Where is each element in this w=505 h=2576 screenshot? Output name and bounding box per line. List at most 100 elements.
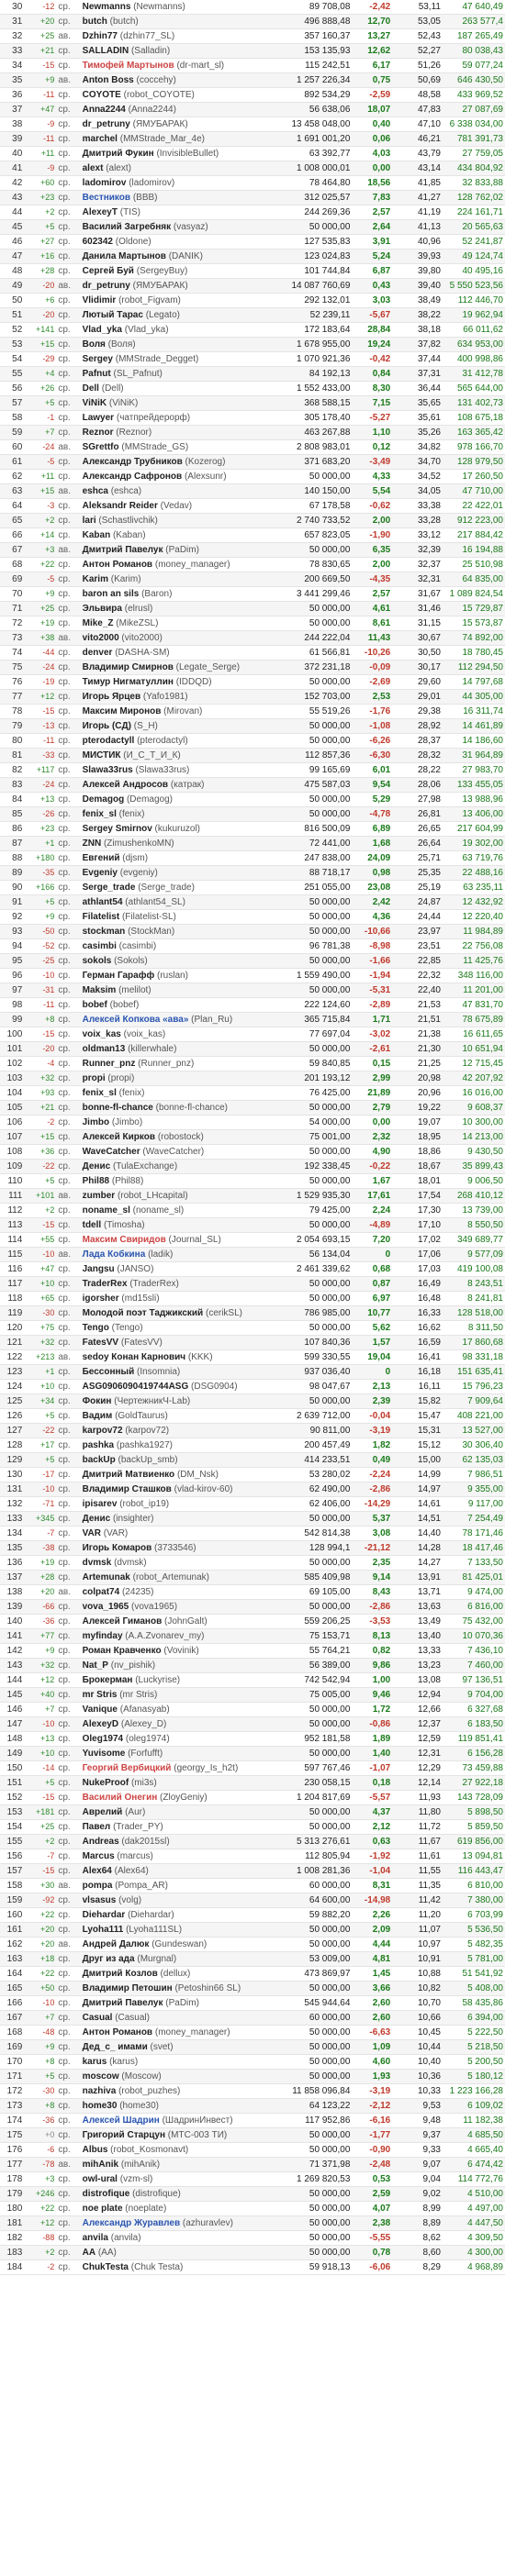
participant-link[interactable]: VAR	[83, 1528, 101, 1538]
participant-link[interactable]: Владимир Смирнов	[83, 662, 174, 672]
participant-link[interactable]: anvila	[83, 2233, 108, 2243]
participant-link[interactable]: Аврелий	[83, 1807, 123, 1817]
participant-link[interactable]: Алексей Кирков	[83, 1132, 155, 1142]
participant-link[interactable]: Aleksandr Reider	[83, 501, 158, 511]
participant-link[interactable]: moscow	[83, 2071, 119, 2082]
participant-link[interactable]: Алексей Копкова «ава»	[83, 1015, 189, 1025]
participant-link[interactable]: Jangsu	[83, 1264, 115, 1274]
participant-link[interactable]: sokols	[83, 956, 112, 966]
participant-link[interactable]: Александр Сафронов	[83, 472, 183, 482]
participant-link[interactable]: Сергей Буй	[83, 266, 134, 276]
participant-link[interactable]: Максим Миронов	[83, 706, 162, 716]
participant-link[interactable]: Anna2244	[83, 105, 126, 115]
participant-link[interactable]: Антон Романов	[83, 2027, 152, 2037]
participant-link[interactable]: baron an sils	[83, 589, 140, 599]
participant-link[interactable]: ladomirov	[83, 178, 127, 188]
participant-link[interactable]: Вадим	[83, 1411, 113, 1421]
participant-link[interactable]: Лада Кобкина	[83, 1249, 146, 1260]
participant-link[interactable]: pompa	[83, 1881, 113, 1891]
participant-link[interactable]: WaveCatcher	[83, 1147, 140, 1157]
participant-link[interactable]: eshca	[83, 486, 108, 496]
participant-link[interactable]: Filatelist	[83, 912, 120, 922]
participant-link[interactable]: tdell	[83, 1220, 102, 1230]
participant-link[interactable]: Albus	[83, 2145, 108, 2155]
participant-link[interactable]: igorsher	[83, 1294, 119, 1304]
participant-link[interactable]: Dell	[83, 383, 99, 394]
participant-link[interactable]: SGrettfo	[83, 442, 119, 452]
participant-link[interactable]: Дед_с_ имами	[83, 2042, 148, 2052]
participant-link[interactable]: NukeProof	[83, 1778, 129, 1788]
participant-link[interactable]: vito2000	[83, 633, 119, 643]
participant-link[interactable]: Андрей Далюк	[83, 1939, 150, 1949]
participant-link[interactable]: Александр Журавлев	[83, 2218, 180, 2228]
participant-link[interactable]: Dzhin77	[83, 31, 118, 41]
participant-link[interactable]: Pafnut	[83, 369, 111, 379]
participant-link[interactable]: karus	[83, 2057, 107, 2067]
participant-link[interactable]: mr Stris	[83, 1690, 118, 1700]
participant-link[interactable]: Sergey Smirnov	[83, 824, 152, 834]
participant-link[interactable]: Брокерман	[83, 1675, 133, 1685]
participant-link[interactable]: Фокин	[83, 1396, 112, 1406]
participant-link[interactable]: AlexeyD	[83, 1719, 118, 1729]
participant-link[interactable]: Бессонный	[83, 1367, 135, 1377]
participant-link[interactable]: Эльвира	[83, 604, 122, 614]
participant-link[interactable]: Дмитрий Фукин	[83, 149, 154, 159]
participant-link[interactable]: Василий Загребняк	[83, 222, 172, 232]
participant-link[interactable]: fenix_sl	[83, 809, 117, 819]
participant-link[interactable]: Максим Свиридов	[83, 1235, 166, 1245]
participant-link[interactable]: Diehardar	[83, 1910, 126, 1920]
participant-link[interactable]: pashka	[83, 1440, 114, 1450]
participant-link[interactable]: Василий Онегин	[83, 1793, 158, 1803]
participant-link[interactable]: Mike_Z	[83, 618, 114, 628]
participant-link[interactable]: pterodactyll	[83, 736, 135, 746]
participant-link[interactable]: alext	[83, 163, 104, 173]
participant-link[interactable]: Yuvisome	[83, 1749, 126, 1759]
participant-link[interactable]: propi	[83, 1073, 106, 1083]
participant-link[interactable]: Тимур Нигматуллин	[83, 677, 174, 687]
participant-link[interactable]: dr_petruny	[83, 281, 130, 291]
participant-link[interactable]: Дмитрий Павелук	[83, 1998, 163, 2008]
participant-link[interactable]: Данила Мартынов	[83, 251, 166, 261]
participant-link[interactable]: Дмитрий Матвиенко	[83, 1470, 175, 1480]
participant-link[interactable]: Evgeniy	[83, 868, 118, 878]
participant-link[interactable]: TraderRex	[83, 1279, 128, 1289]
participant-link[interactable]: AA	[83, 2248, 95, 2258]
participant-link[interactable]: Artemunak	[83, 1572, 130, 1582]
participant-link[interactable]: SALLADIN	[83, 46, 129, 56]
participant-link[interactable]: Игорь (CД)	[83, 721, 131, 731]
participant-link[interactable]: Александр Трубников	[83, 457, 183, 467]
participant-link[interactable]: COYOTE	[83, 90, 121, 100]
participant-link[interactable]: ChukTesta	[83, 2262, 129, 2272]
participant-link[interactable]: ASG0906090419744ASG	[83, 1382, 189, 1392]
participant-link[interactable]: casimbi	[83, 941, 117, 951]
participant-link[interactable]: Phil88	[83, 1176, 109, 1186]
participant-link[interactable]: Григорий Старцун	[83, 2130, 165, 2140]
participant-link[interactable]: dr_petruny	[83, 119, 130, 129]
participant-link[interactable]: Andreas	[83, 1837, 119, 1847]
participant-link[interactable]: Алексей Гиманов	[83, 1616, 163, 1627]
participant-link[interactable]: karpov72	[83, 1426, 123, 1436]
participant-link[interactable]: Тимофей Мартынов	[83, 61, 174, 71]
participant-link[interactable]: Роман Кравченко	[83, 1646, 162, 1656]
participant-link[interactable]: ZNN	[83, 838, 102, 849]
participant-link[interactable]: denver	[83, 648, 113, 658]
participant-link[interactable]: Vanique	[83, 1704, 118, 1715]
participant-link[interactable]: home30	[83, 2101, 118, 2111]
participant-link[interactable]: vova_1965	[83, 1602, 129, 1612]
participant-link[interactable]: Игорь Комаров	[83, 1543, 152, 1553]
participant-link[interactable]: МИСТИК	[83, 750, 121, 761]
participant-link[interactable]: Karim	[83, 574, 108, 584]
participant-link[interactable]: Алексей Андросов	[83, 780, 168, 790]
participant-link[interactable]: Владимир Петошин	[83, 1983, 173, 1993]
participant-link[interactable]: owl-ural	[83, 2174, 118, 2184]
participant-link[interactable]: Вестников	[83, 193, 130, 203]
participant-link[interactable]: Владимир Сташков	[83, 1484, 172, 1494]
participant-link[interactable]: Vlidimir	[83, 295, 117, 305]
participant-link[interactable]: Nat_P	[83, 1660, 108, 1671]
participant-link[interactable]: Друг из ада	[83, 1954, 135, 1964]
participant-link[interactable]: ViNiK	[83, 398, 107, 408]
participant-link[interactable]: Newmanns	[83, 2, 131, 12]
participant-link[interactable]: Sergey	[83, 354, 113, 364]
participant-link[interactable]: Молодой поэт Таджикский	[83, 1308, 204, 1318]
participant-link[interactable]: Serge_trade	[83, 883, 136, 893]
